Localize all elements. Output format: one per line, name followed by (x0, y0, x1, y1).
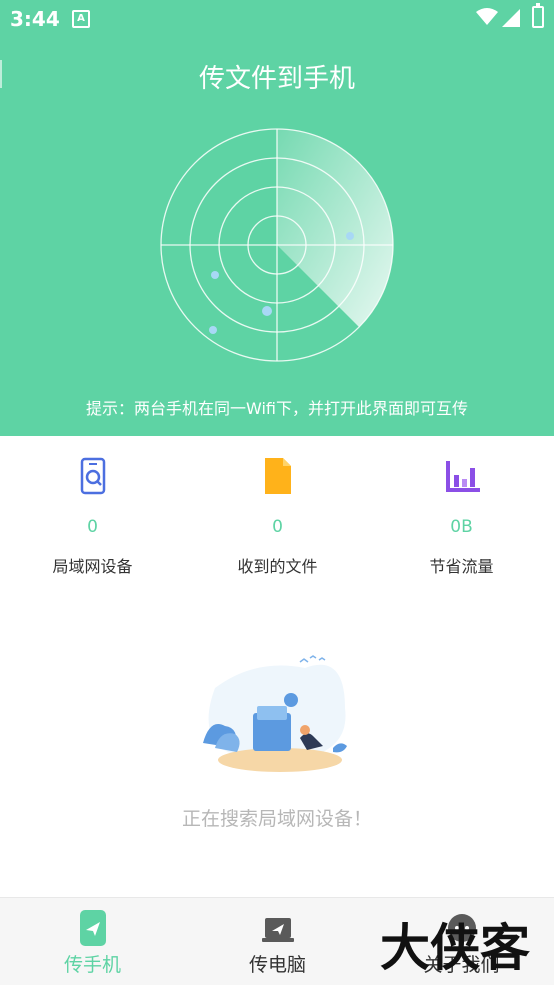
header: 传文件到手机 提示：两台手机在同一Wifi下，并打开此界面即可互传 (0, 38, 554, 436)
tab-send-to-computer[interactable]: 传电脑 (185, 898, 370, 985)
phone-search-icon (80, 457, 105, 495)
radar-dot (346, 232, 354, 240)
stat-lan-devices: 0 局域网设备 (0, 436, 185, 586)
status-time: 3:44 (10, 7, 60, 31)
searching-illustration (203, 655, 347, 772)
radar-dot (211, 271, 219, 279)
stat-value: 0 (87, 517, 98, 537)
connection-tip: 提示：两台手机在同一Wifi下，并打开此界面即可互传 (86, 399, 468, 418)
wifi-icon (476, 8, 498, 25)
stat-value: 0B (450, 517, 473, 537)
tab-label: 传手机 (63, 954, 121, 976)
radar-dot (262, 306, 272, 316)
stat-value: 0 (272, 517, 283, 537)
radar-dot (209, 326, 217, 334)
status-bar: 3:44 A (0, 0, 554, 38)
bar-chart-icon (445, 461, 480, 492)
send-computer-icon (261, 918, 294, 942)
notification-icon: A (72, 10, 90, 28)
svg-text:大侠客: 大侠客 (380, 919, 530, 977)
stat-label: 收到的文件 (237, 557, 318, 576)
stat-saved-traffic: 0B 节省流量 (369, 436, 554, 586)
tab-label: 传电脑 (248, 954, 306, 976)
page-title: 传文件到手机 (198, 64, 355, 94)
signal-icon (502, 9, 520, 27)
watermark-logo: 大侠客 (380, 919, 530, 977)
radar-scanner (160, 128, 394, 362)
stats-panel: 0 局域网设备 0 收到的文件 0B 节省流量 (0, 436, 554, 586)
stat-received-files: 0 收到的文件 (185, 436, 370, 586)
file-icon (264, 458, 291, 494)
battery-icon (532, 3, 544, 28)
searching-message: 正在搜索局域网设备！ (181, 808, 372, 830)
send-phone-icon (79, 910, 106, 946)
stat-label: 节省流量 (429, 557, 494, 576)
tab-send-to-phone[interactable]: 传手机 (0, 898, 185, 985)
stat-label: 局域网设备 (52, 557, 133, 576)
